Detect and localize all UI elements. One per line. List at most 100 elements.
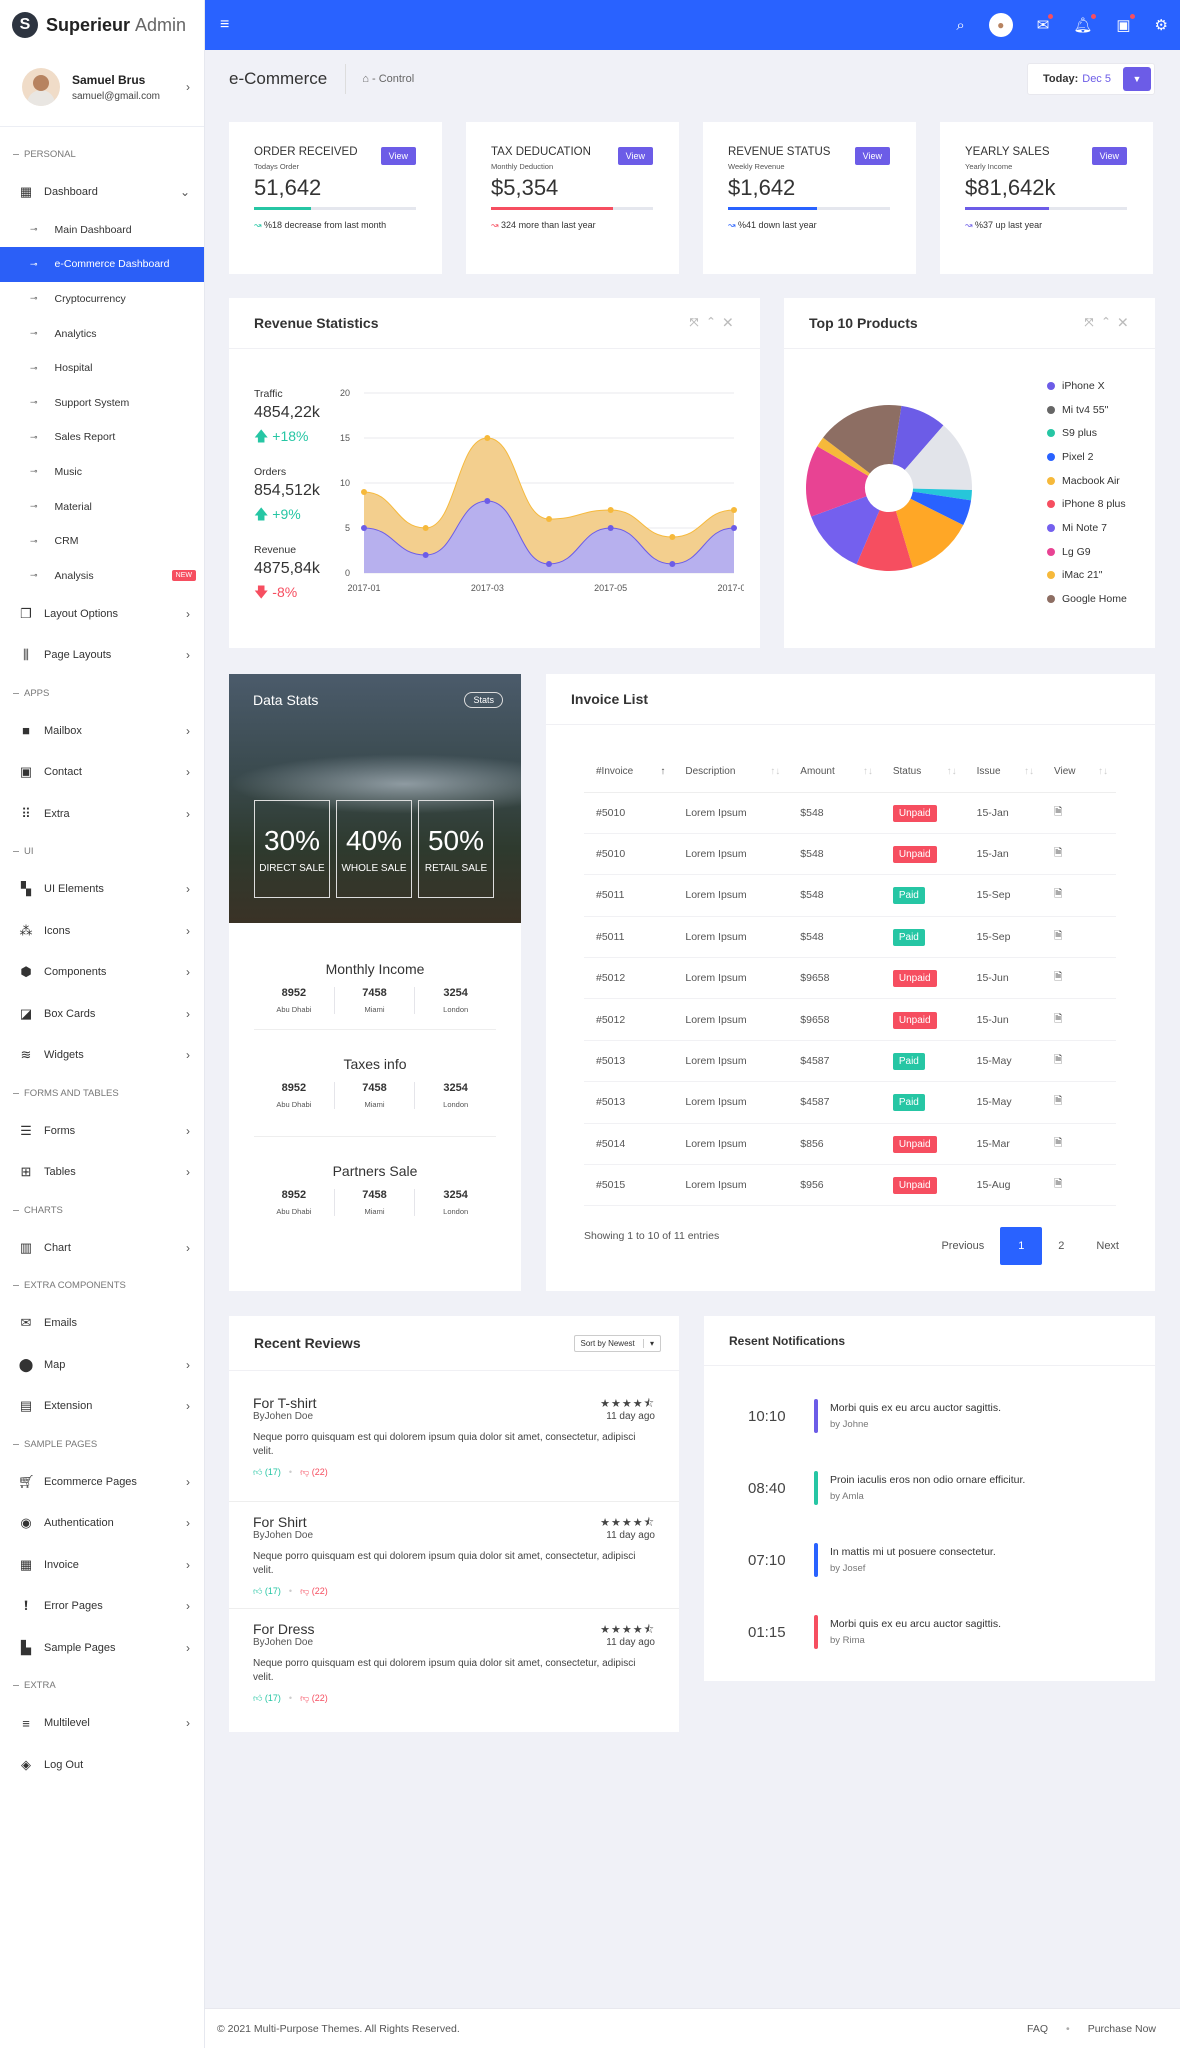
nav-extra[interactable]: ⠿ Extra › xyxy=(0,793,204,835)
nav-contact[interactable]: ▣ Contact › xyxy=(0,752,204,794)
table-row[interactable]: #5012 Lorem Ipsum $9658 Unpaid 15-Jun 🗎︎ xyxy=(584,957,1116,1000)
column-header[interactable]: View ↑↓ xyxy=(1042,752,1116,793)
legend-item[interactable]: Mi Note 7 xyxy=(1047,516,1127,540)
user-panel[interactable]: Samuel Brus samuel@gmail.com › xyxy=(0,50,204,127)
view-button[interactable]: View xyxy=(1091,147,1127,165)
document-icon[interactable]: 🗎︎ xyxy=(1054,971,1062,983)
nav-authentication[interactable]: ◉ Authentication › xyxy=(0,1503,204,1545)
column-header[interactable]: Issue ↑↓ xyxy=(964,752,1043,793)
nav-invoice[interactable]: ▦ Invoice › xyxy=(0,1544,204,1586)
column-header[interactable]: Status ↑↓ xyxy=(880,752,965,793)
table-row[interactable]: #5010 Lorem Ipsum $548 Unpaid 15-Jan 🗎︎ xyxy=(584,833,1116,876)
legend-item[interactable]: iPhone X xyxy=(1047,374,1127,398)
pagination-previous[interactable]: Previous xyxy=(925,1227,1000,1265)
notification-item[interactable]: 01:15 Morbi quis ex eu arcu auctor sagitt… xyxy=(704,1596,1155,1668)
thumbs-up-icon[interactable]: 👍︎ xyxy=(253,1467,265,1477)
legend-item[interactable]: Pixel 2 xyxy=(1047,445,1127,469)
table-row[interactable]: #5011 Lorem Ipsum $548 Paid 15-Sep 🗎︎ xyxy=(584,916,1116,959)
nav-logout[interactable]: ◈ Log Out xyxy=(0,1744,204,1786)
nav-sub-item[interactable]: ⊸ Music xyxy=(0,455,204,490)
nav-multilevel[interactable]: ≡ Multilevel › xyxy=(0,1703,204,1745)
table-row[interactable]: #5013 Lorem Ipsum $4587 Paid 15-May 🗎︎ xyxy=(584,1081,1116,1124)
nav-sub-item[interactable]: ⊸ Cryptocurrency xyxy=(0,282,204,317)
calendar-icon[interactable]: ▣ xyxy=(1116,14,1135,34)
document-icon[interactable]: 🗎︎ xyxy=(1054,1095,1062,1107)
nav-extension[interactable]: ▤ Extension › xyxy=(0,1386,204,1428)
bell-icon[interactable]: 🔔︎ xyxy=(1073,14,1097,34)
faq-link[interactable]: FAQ xyxy=(1027,2023,1048,2035)
column-header[interactable]: Description ↑↓ xyxy=(673,752,789,793)
purchase-link[interactable]: Purchase Now xyxy=(1088,2023,1156,2035)
nav-widgets[interactable]: ≋ Widgets › xyxy=(0,1035,204,1077)
legend-item[interactable]: S9 plus xyxy=(1047,421,1127,445)
table-row[interactable]: #5015 Lorem Ipsum $956 Unpaid 15-Aug 🗎︎ xyxy=(584,1164,1116,1207)
nav-page-layouts[interactable]: ⫼ Page Layouts › xyxy=(0,635,204,677)
nav-components[interactable]: ⬢ Components › xyxy=(0,952,204,994)
document-icon[interactable]: 🗎︎ xyxy=(1054,1013,1062,1025)
thumbs-down-icon[interactable]: 👎︎ xyxy=(300,1693,312,1703)
chevron-down-icon[interactable]: ▼ xyxy=(1123,67,1151,91)
home-icon[interactable]: ⌂ xyxy=(362,73,369,85)
pagination-page-2[interactable]: 2 xyxy=(1042,1227,1080,1265)
nav-mailbox[interactable]: ■ Mailbox › xyxy=(0,710,204,752)
nav-dashboard[interactable]: ▦ Dashboard ⌄ xyxy=(0,171,204,213)
nav-ecommerce-pages[interactable]: 🛒︎ Ecommerce Pages › xyxy=(0,1461,204,1503)
card-tools[interactable]: ⤧⌃✕ xyxy=(690,317,742,330)
legend-item[interactable]: Google Home xyxy=(1047,587,1127,611)
notification-item[interactable]: 08:40 Proin iaculis eros non odio ornare … xyxy=(704,1452,1155,1524)
user-avatar-icon[interactable]: ● xyxy=(988,13,1013,37)
nav-sub-item[interactable]: ⊸ e-Commerce Dashboard xyxy=(0,247,204,282)
nav-sample-pages[interactable]: ▙ Sample Pages › xyxy=(0,1627,204,1669)
table-row[interactable]: #5013 Lorem Ipsum $4587 Paid 15-May 🗎︎ xyxy=(584,1040,1116,1083)
nav-emails[interactable]: ✉ Emails xyxy=(0,1303,204,1345)
chevron-right-icon[interactable]: › xyxy=(186,80,190,94)
thumbs-down-icon[interactable]: 👎︎ xyxy=(300,1586,312,1596)
nav-box-cards[interactable]: ◪ Box Cards › xyxy=(0,993,204,1035)
table-row[interactable]: #5014 Lorem Ipsum $856 Unpaid 15-Mar 🗎︎ xyxy=(584,1123,1116,1166)
document-icon[interactable]: 🗎︎ xyxy=(1054,806,1062,818)
nav-sub-item[interactable]: ⊸ Material xyxy=(0,489,204,524)
nav-tables[interactable]: ⊞ Tables › xyxy=(0,1152,204,1194)
pagination-next[interactable]: Next xyxy=(1080,1227,1135,1265)
hamburger-menu-icon[interactable]: ≡ xyxy=(220,16,229,34)
nav-sub-item[interactable]: ⊸ Main Dashboard xyxy=(0,213,204,248)
view-button[interactable]: View xyxy=(380,147,416,165)
document-icon[interactable]: 🗎︎ xyxy=(1054,1178,1062,1190)
today-date-picker[interactable]: Today: Dec 5 ▼ xyxy=(1027,63,1155,95)
document-icon[interactable]: 🗎︎ xyxy=(1054,1137,1062,1149)
legend-item[interactable]: iPhone 8 plus xyxy=(1047,492,1127,516)
legend-item[interactable]: Mi tv4 55" xyxy=(1047,398,1127,422)
view-button[interactable]: View xyxy=(854,147,890,165)
sort-select[interactable]: Sort by Newest ▾ xyxy=(573,1334,661,1352)
search-icon[interactable]: ⌕ xyxy=(956,17,964,34)
nav-forms[interactable]: ☰ Forms › xyxy=(0,1110,204,1152)
nav-sub-item[interactable]: ⊸ CRM xyxy=(0,524,204,559)
nav-ui-elements[interactable]: ▚ UI Elements › xyxy=(0,869,204,911)
brand[interactable]: S Superieur Admin xyxy=(0,0,204,50)
nav-sub-item[interactable]: ⊸ Sales Report xyxy=(0,420,204,455)
column-header[interactable]: #Invoice ↑ xyxy=(584,752,674,793)
document-icon[interactable]: 🗎︎ xyxy=(1054,930,1062,942)
breadcrumb-item[interactable]: - Control xyxy=(372,73,414,85)
nav-sub-item[interactable]: ⊸ Analytics xyxy=(0,316,204,351)
card-tools[interactable]: ⤧⌃✕ xyxy=(1085,317,1137,330)
table-row[interactable]: #5010 Lorem Ipsum $548 Unpaid 15-Jan 🗎︎ xyxy=(584,792,1116,834)
table-row[interactable]: #5011 Lorem Ipsum $548 Paid 15-Sep 🗎︎ xyxy=(584,874,1116,917)
notification-item[interactable]: 10:10 Morbi quis ex eu arcu auctor sagitt… xyxy=(704,1380,1155,1452)
nav-icons[interactable]: ⁂ Icons › xyxy=(0,910,204,952)
document-icon[interactable]: 🗎︎ xyxy=(1054,1054,1062,1066)
nav-error-pages[interactable]: ❗︎ Error Pages › xyxy=(0,1586,204,1628)
nav-sub-item[interactable]: ⊸ Analysis NEW xyxy=(0,558,204,593)
nav-layout-options[interactable]: ❐ Layout Options › xyxy=(0,593,204,635)
nav-sub-item[interactable]: ⊸ Hospital xyxy=(0,351,204,386)
nav-sub-item[interactable]: ⊸ Support System xyxy=(0,385,204,420)
notification-item[interactable]: 07:10 In mattis mi ut posuere consectetur… xyxy=(704,1524,1155,1596)
nav-chart[interactable]: ▥ Chart › xyxy=(0,1227,204,1269)
mail-icon[interactable]: ✉ xyxy=(1037,14,1054,34)
table-row[interactable]: #5012 Lorem Ipsum $9658 Unpaid 15-Jun 🗎︎ xyxy=(584,998,1116,1041)
gear-icon[interactable]: ⚙ xyxy=(1155,16,1168,34)
nav-map[interactable]: ⬤ Map › xyxy=(0,1344,204,1386)
view-button[interactable]: View xyxy=(617,147,653,165)
column-header[interactable]: Amount ↑↓ xyxy=(788,752,881,793)
thumbs-down-icon[interactable]: 👎︎ xyxy=(300,1467,312,1477)
